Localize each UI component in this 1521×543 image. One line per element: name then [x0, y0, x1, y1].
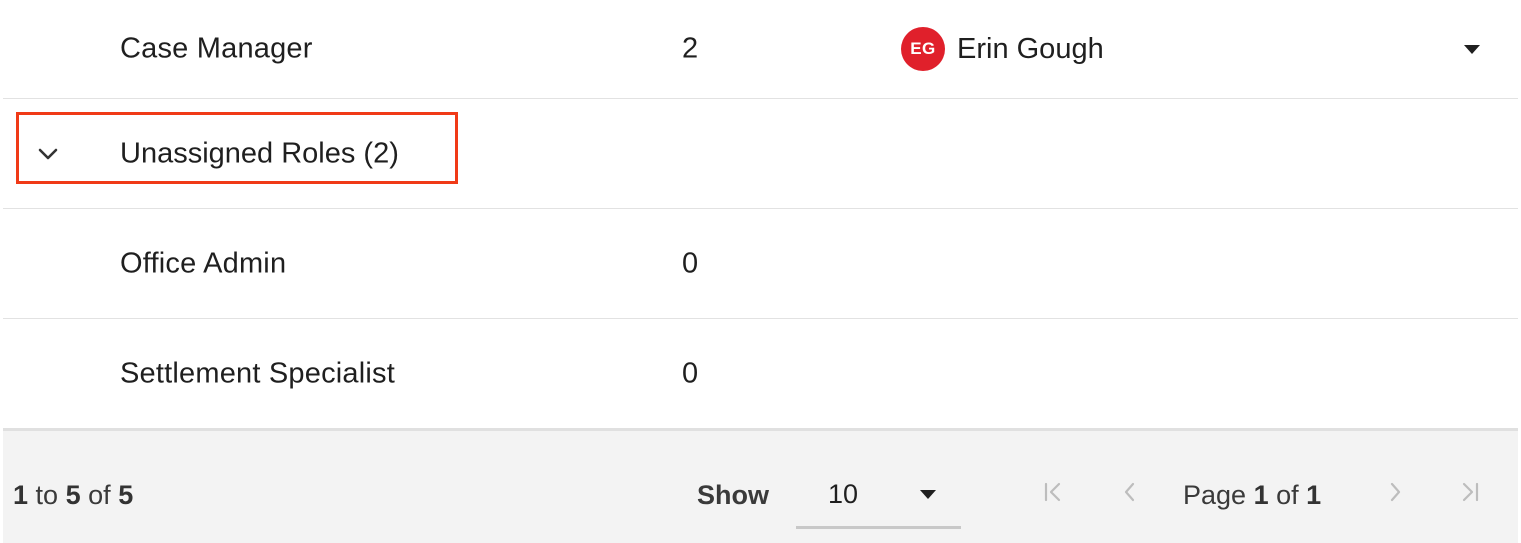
page-size-value: 10	[828, 479, 859, 509]
range-total: 5	[118, 480, 134, 510]
show-label: Show	[697, 480, 769, 510]
range-of: of	[88, 480, 111, 510]
page-size-select[interactable]: 10	[796, 467, 961, 529]
page-current: 1	[1253, 480, 1269, 510]
chevron-left-icon[interactable]	[1115, 477, 1145, 507]
table-row: Case Manager 2 EG Erin Gough	[3, 0, 1518, 99]
chevron-right-icon[interactable]	[1380, 477, 1410, 507]
range-to: to	[35, 480, 59, 510]
page-label: Page	[1183, 480, 1247, 510]
role-count: 0	[682, 247, 699, 279]
roles-table: Case Manager 2 EG Erin Gough Unassigned …	[3, 0, 1518, 429]
avatar: EG	[901, 27, 945, 71]
role-name: Office Admin	[120, 247, 287, 279]
pagination-footer: 1 to 5 of 5 Show 10 Page 1 of 1	[3, 428, 1518, 543]
caret-down-icon[interactable]	[1461, 38, 1483, 60]
range-end: 5	[65, 480, 81, 510]
first-page-icon[interactable]	[1038, 477, 1068, 507]
caret-down-icon	[919, 487, 937, 505]
role-count: 2	[682, 32, 699, 65]
last-page-icon[interactable]	[1455, 477, 1485, 507]
assignee-name: Erin Gough	[957, 32, 1104, 65]
page-info: Page 1 of 1	[1183, 480, 1321, 511]
role-name: Case Manager	[120, 32, 313, 65]
range-start: 1	[13, 480, 29, 510]
highlight-box	[16, 112, 458, 184]
page-of: of	[1276, 480, 1299, 510]
role-name: Settlement Specialist	[120, 357, 395, 389]
table-row: Settlement Specialist 0	[3, 319, 1518, 429]
assignee[interactable]: EG Erin Gough	[901, 27, 1104, 71]
table-row: Office Admin 0	[3, 209, 1518, 319]
page-total: 1	[1306, 480, 1322, 510]
range-summary: 1 to 5 of 5	[13, 480, 133, 511]
role-count: 0	[682, 357, 699, 389]
group-header-row: Unassigned Roles (2)	[3, 99, 1518, 209]
